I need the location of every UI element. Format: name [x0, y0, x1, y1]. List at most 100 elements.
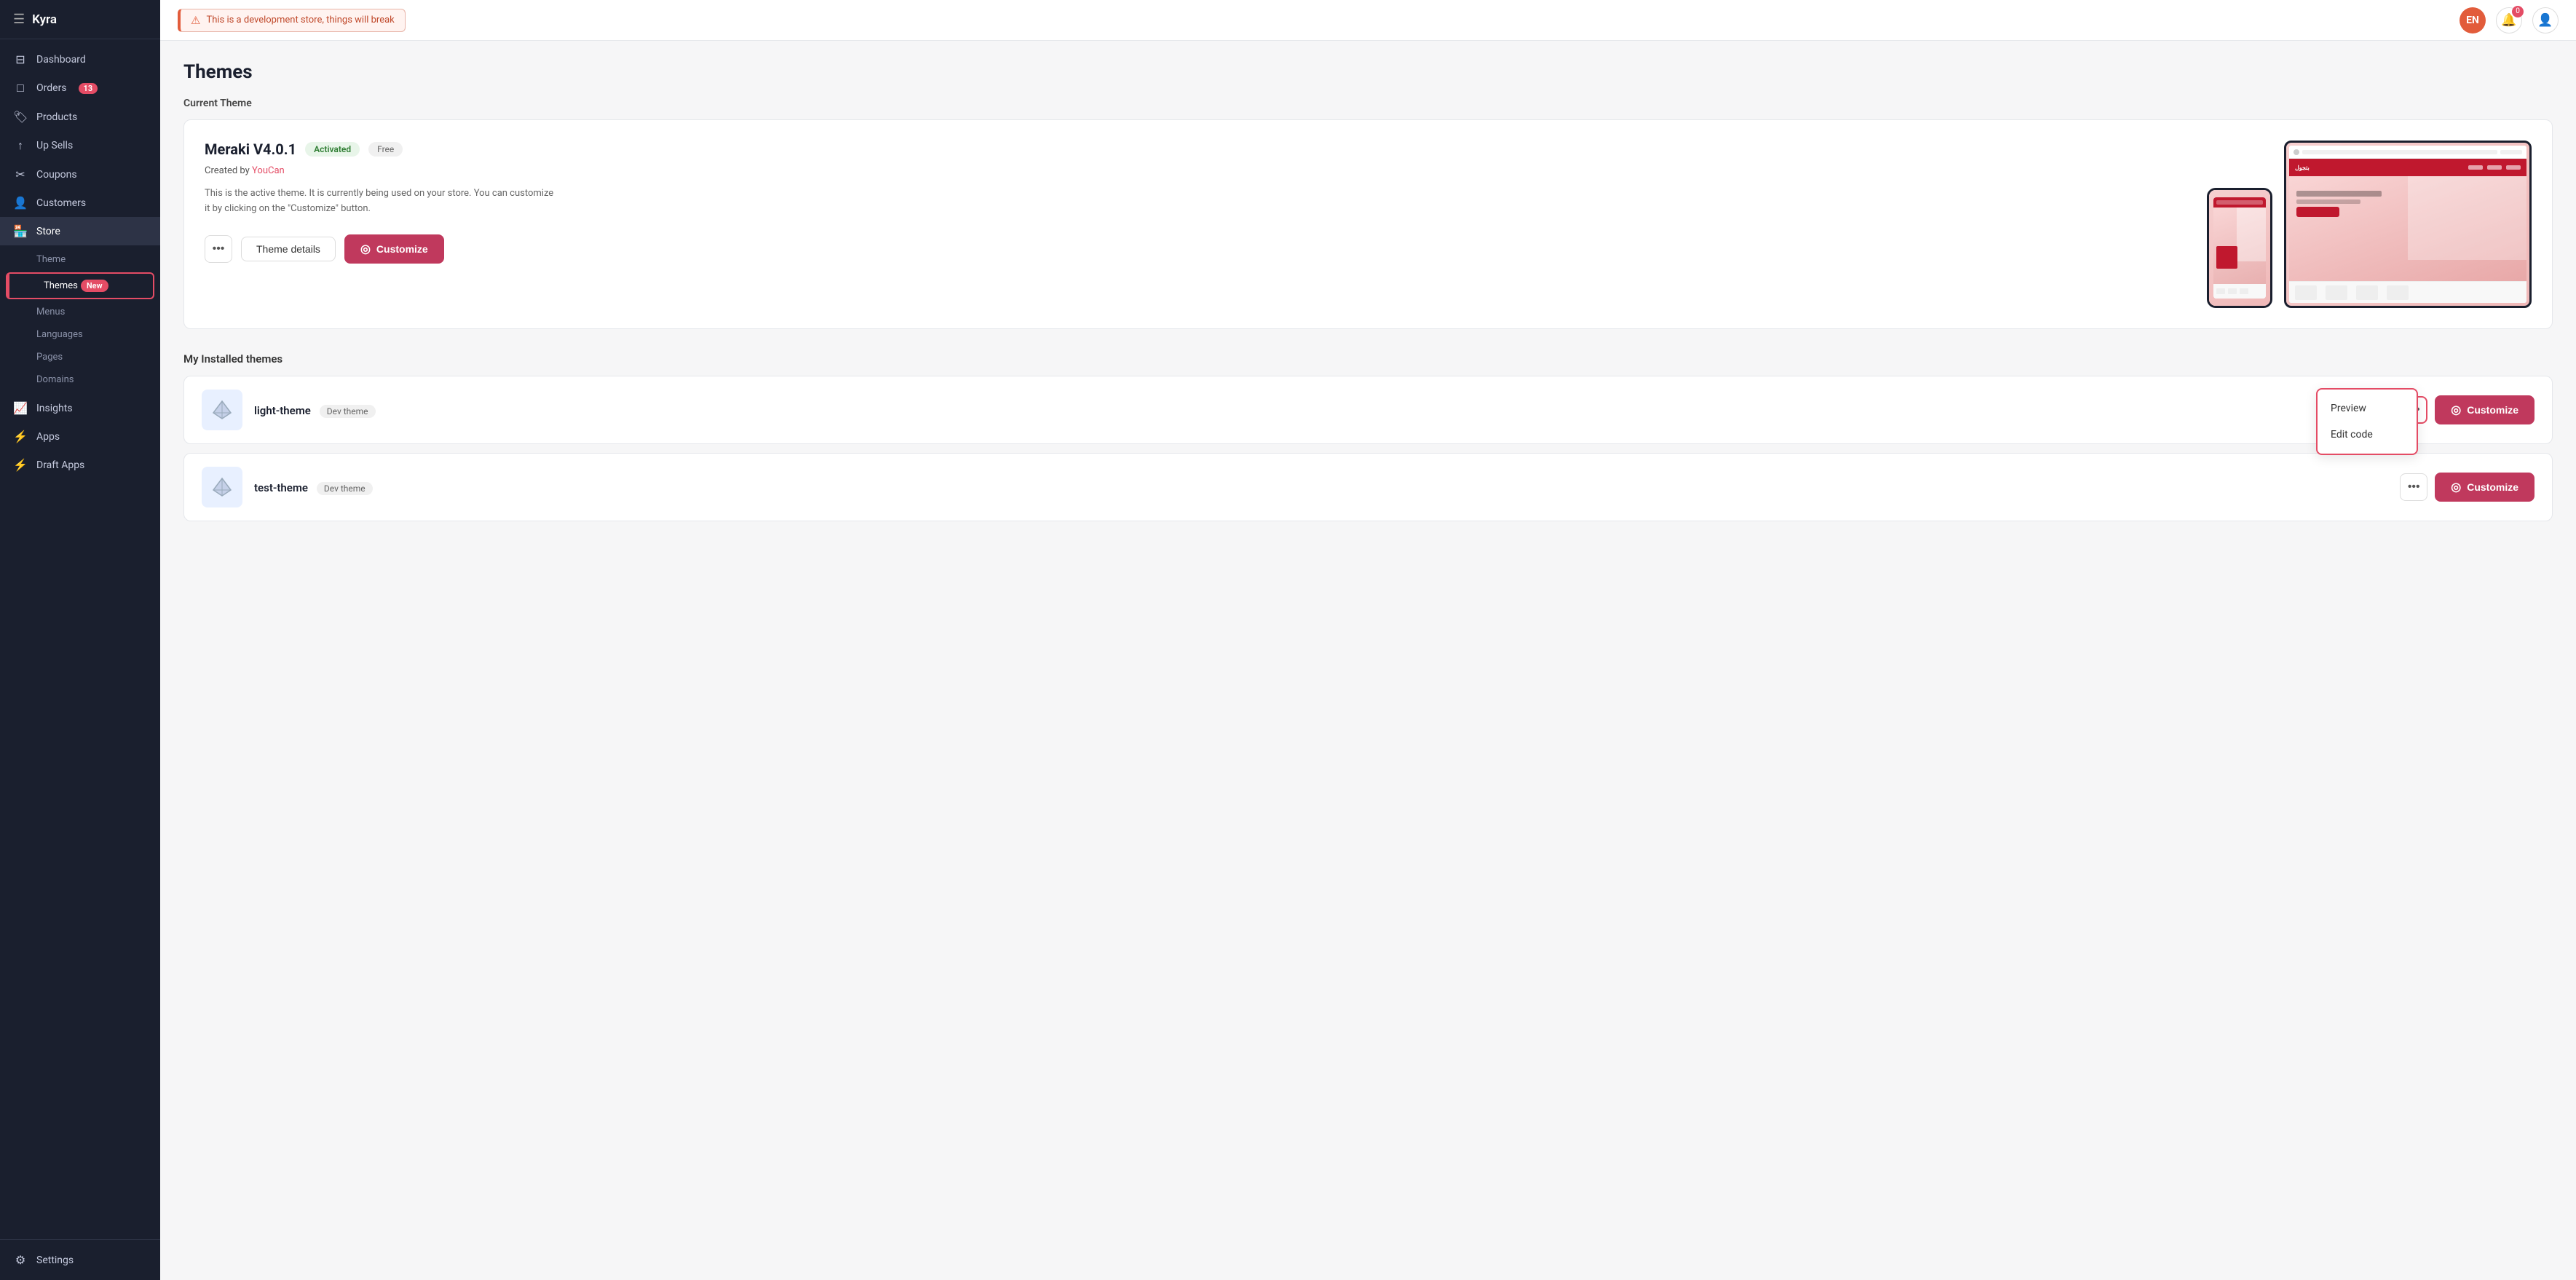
customize-label: Customize	[376, 243, 428, 255]
sidebar-item-coupons[interactable]: ✂ Coupons	[0, 160, 160, 189]
sidebar-item-products-label: Products	[36, 111, 77, 123]
themes-nav-highlight: Themes New ➤	[6, 272, 154, 299]
sidebar-item-apps[interactable]: ⚡ Apps	[0, 422, 160, 451]
hamburger-icon[interactable]: ☰	[13, 12, 25, 27]
sidebar-item-settings-label: Settings	[36, 1255, 74, 1266]
store-icon: 🏪	[13, 224, 28, 238]
current-theme-label: Current Theme	[183, 98, 2553, 109]
topbar: ⚠ This is a development store, things wi…	[160, 0, 2576, 41]
sidebar-sub-languages[interactable]: Languages	[0, 323, 160, 346]
sidebar-sub-themes-label: Themes	[44, 280, 78, 291]
phone-preview-inner	[2209, 190, 2270, 306]
light-theme-dev-tag: Dev theme	[320, 405, 376, 418]
sidebar-item-dashboard-label: Dashboard	[36, 54, 86, 66]
sidebar-sub-themes[interactable]: Themes New ➤	[7, 274, 153, 298]
sidebar-sub-domains[interactable]: Domains	[0, 368, 160, 391]
user-profile-icon[interactable]: 👤	[2532, 7, 2559, 33]
theme-info: Meraki V4.0.1 Activated Free Created by …	[205, 141, 2184, 264]
light-theme-thumbnail	[202, 390, 242, 430]
sidebar-item-upsells-label: Up Sells	[36, 140, 73, 151]
sidebar-item-store-label: Store	[36, 226, 60, 237]
themes-new-badge: New	[81, 280, 108, 292]
test-theme-customize-button[interactable]: ◎ Customize	[2435, 473, 2534, 502]
phone-preview	[2207, 188, 2272, 308]
apps-icon: ⚡	[13, 430, 28, 443]
theme-description: This is the active theme. It is currentl…	[205, 186, 554, 217]
customize-icon: ◎	[360, 242, 371, 256]
more-options-button[interactable]: •••	[205, 235, 232, 263]
sidebar-item-coupons-label: Coupons	[36, 169, 77, 181]
sidebar-sub-menus-label: Menus	[36, 307, 65, 317]
activated-tag: Activated	[305, 142, 360, 157]
sidebar-sub-languages-label: Languages	[36, 329, 83, 340]
light-theme-name: light-theme	[254, 404, 311, 417]
notification-bell[interactable]: 🔔 0	[2496, 7, 2522, 33]
installed-theme-light: light-theme Dev theme Preview Edit code …	[183, 376, 2553, 444]
sidebar-item-customers[interactable]: 👤 Customers	[0, 189, 160, 217]
sidebar-sub-pages-label: Pages	[36, 352, 63, 363]
sidebar-item-dashboard[interactable]: ⊟ Dashboard	[0, 45, 160, 74]
sidebar-item-settings[interactable]: ⚙ Settings	[0, 1246, 160, 1274]
sidebar-item-orders[interactable]: □ Orders 13	[0, 74, 160, 103]
products-icon: 🏷	[13, 110, 28, 124]
sidebar-sub-menus[interactable]: Menus	[0, 301, 160, 323]
sidebar-bottom: ⚙ Settings	[0, 1239, 160, 1280]
page-title: Themes	[183, 61, 2553, 83]
light-theme-actions: Preview Edit code ••• ◎ Customize	[2400, 395, 2534, 424]
dev-banner-text: This is a development store, things will…	[206, 15, 394, 25]
test-theme-more-button[interactable]: •••	[2400, 473, 2427, 501]
sidebar-item-insights[interactable]: 📈 Insights	[0, 394, 160, 422]
upsells-icon: ↑	[13, 138, 28, 153]
content-area: Themes Current Theme Meraki V4.0.1 Activ…	[160, 41, 2576, 1280]
light-theme-info: light-theme Dev theme	[254, 403, 2388, 417]
sidebar-item-products[interactable]: 🏷 Products	[0, 103, 160, 131]
dropdown-preview-item[interactable]: Preview	[2318, 395, 2417, 422]
light-theme-customize-button[interactable]: ◎ Customize	[2435, 395, 2534, 424]
dashboard-icon: ⊟	[13, 52, 28, 66]
creator-link[interactable]: YouCan	[252, 165, 285, 176]
test-theme-thumbnail	[202, 467, 242, 507]
dropdown-edit-code-item[interactable]: Edit code	[2318, 422, 2417, 448]
theme-dropdown-popup: Preview Edit code	[2316, 388, 2418, 455]
test-theme-customize-icon: ◎	[2451, 480, 2461, 494]
test-theme-info: test-theme Dev theme	[254, 481, 2388, 494]
test-theme-customize-label: Customize	[2467, 481, 2518, 493]
sidebar-item-upsells[interactable]: ↑ Up Sells	[0, 131, 160, 160]
sidebar-sub-theme[interactable]: Theme	[0, 248, 160, 271]
coupons-icon: ✂	[13, 167, 28, 181]
notification-badge: 0	[2512, 6, 2524, 17]
customize-button[interactable]: ◎ Customize	[344, 234, 444, 264]
sidebar-item-orders-label: Orders	[36, 82, 67, 94]
sidebar-sub-pages[interactable]: Pages	[0, 346, 160, 368]
sidebar-item-store[interactable]: 🏪 Store	[0, 217, 160, 245]
topbar-right: EN 🔔 0 👤	[2460, 7, 2559, 33]
light-theme-customize-label: Customize	[2467, 404, 2518, 416]
warning-icon: ⚠	[191, 14, 200, 27]
installed-themes-label: My Installed themes	[183, 352, 2553, 366]
avatar[interactable]: EN	[2460, 7, 2486, 33]
sidebar-nav: ⊟ Dashboard □ Orders 13 🏷 Products ↑ Up …	[0, 39, 160, 1239]
sidebar-sub-domains-label: Domains	[36, 374, 74, 385]
settings-icon: ⚙	[13, 1253, 28, 1267]
sidebar-item-insights-label: Insights	[36, 403, 73, 414]
sidebar-item-customers-label: Customers	[36, 197, 86, 209]
tablet-preview: بتجول	[2284, 141, 2532, 308]
installed-theme-test: test-theme Dev theme ••• ◎ Customize	[183, 453, 2553, 521]
draft-apps-icon: ⚡	[13, 458, 28, 472]
theme-name-row: Meraki V4.0.1 Activated Free	[205, 141, 2184, 158]
test-theme-name: test-theme	[254, 481, 308, 494]
sidebar-item-draft-apps[interactable]: ⚡ Draft Apps	[0, 451, 160, 479]
test-theme-actions: ••• ◎ Customize	[2400, 473, 2534, 502]
light-theme-customize-icon: ◎	[2451, 403, 2461, 417]
theme-actions: ••• Theme details ◎ Customize	[205, 234, 2184, 264]
customers-icon: 👤	[13, 196, 28, 210]
insights-icon: 📈	[13, 401, 28, 415]
store-name: Kyra	[32, 12, 57, 27]
orders-badge: 13	[79, 83, 98, 94]
current-theme-card: Meraki V4.0.1 Activated Free Created by …	[183, 119, 2553, 329]
theme-name: Meraki V4.0.1	[205, 141, 296, 158]
orders-icon: □	[13, 81, 28, 95]
theme-details-button[interactable]: Theme details	[241, 237, 336, 261]
main-area: ⚠ This is a development store, things wi…	[160, 0, 2576, 1280]
sidebar-header: ☰ Kyra	[0, 0, 160, 39]
